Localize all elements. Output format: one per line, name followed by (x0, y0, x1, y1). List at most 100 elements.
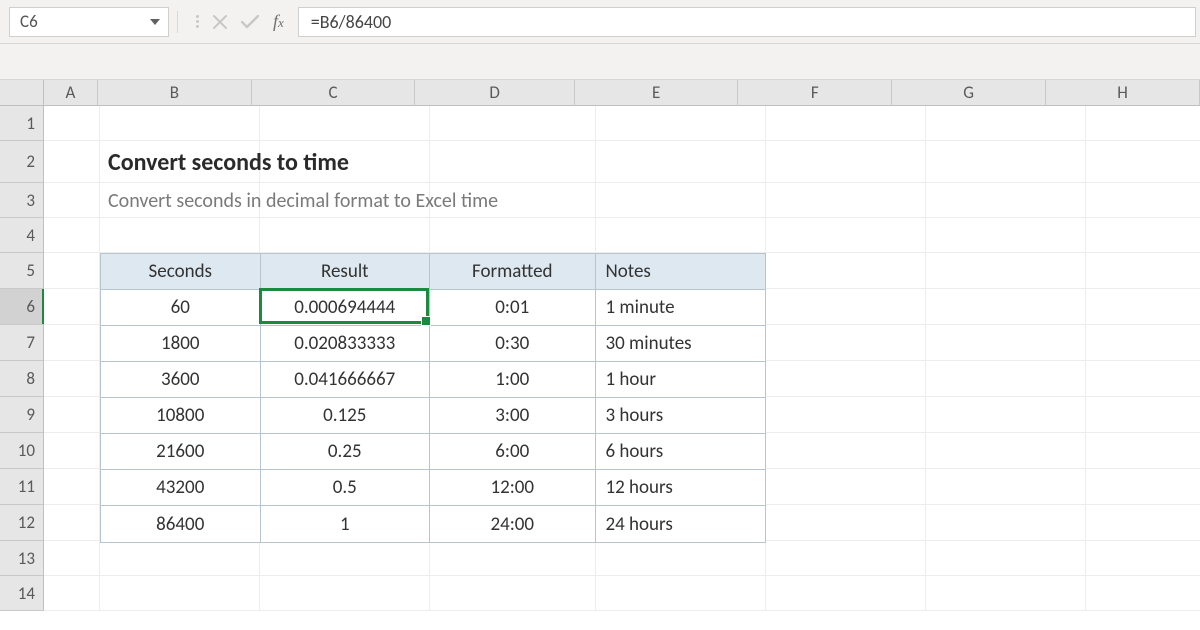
cell-F4[interactable] (766, 218, 926, 253)
table-cell[interactable]: 12:00 (430, 470, 596, 506)
cell-F8[interactable] (766, 361, 926, 397)
table-cell[interactable]: 10800 (101, 398, 261, 434)
row-header-8[interactable]: 8 (0, 361, 44, 397)
table-cell[interactable]: 86400 (101, 506, 261, 542)
name-box[interactable]: C6 (9, 7, 169, 37)
cells-area[interactable]: Convert seconds to timeConvert seconds i… (44, 106, 1200, 630)
cell-H5[interactable] (1086, 253, 1200, 289)
table-cell[interactable]: 30 minutes (596, 326, 765, 362)
cell-H6[interactable] (1086, 289, 1200, 325)
cell-H14[interactable] (1086, 576, 1200, 611)
table-cell[interactable]: 0.125 (261, 398, 430, 434)
cell-C13[interactable] (260, 541, 430, 576)
column-header-A[interactable]: A (44, 80, 98, 106)
table-header[interactable]: Formatted (430, 254, 596, 290)
cell-D13[interactable] (430, 541, 596, 576)
cell-G12[interactable] (926, 505, 1086, 541)
cell-H13[interactable] (1086, 541, 1200, 576)
fx-icon[interactable]: fx (273, 11, 284, 32)
table-cell[interactable]: 1:00 (430, 362, 596, 398)
cell-G8[interactable] (926, 361, 1086, 397)
row-header-14[interactable]: 14 (0, 576, 44, 611)
cell-H11[interactable] (1086, 469, 1200, 505)
cell-B14[interactable] (100, 576, 260, 611)
cell-G6[interactable] (926, 289, 1086, 325)
cell-E1[interactable] (596, 106, 766, 141)
cell-H2[interactable] (1086, 141, 1200, 183)
row-header-9[interactable]: 9 (0, 397, 44, 433)
table-cell[interactable]: 1800 (101, 326, 261, 362)
cell-F13[interactable] (766, 541, 926, 576)
table-cell[interactable]: 43200 (101, 470, 261, 506)
cell-C14[interactable] (260, 576, 430, 611)
cell-F12[interactable] (766, 505, 926, 541)
row-header-4[interactable]: 4 (0, 218, 44, 253)
cell-G10[interactable] (926, 433, 1086, 469)
row-header-5[interactable]: 5 (0, 253, 44, 289)
column-header-F[interactable]: F (738, 80, 892, 106)
row-header-3[interactable]: 3 (0, 183, 44, 218)
table-cell[interactable]: 0.020833333 (261, 326, 430, 362)
cell-A6[interactable] (44, 289, 100, 325)
cell-F11[interactable] (766, 469, 926, 505)
cell-H10[interactable] (1086, 433, 1200, 469)
table-cell[interactable]: 6:00 (430, 434, 596, 470)
cell-A7[interactable] (44, 325, 100, 361)
cell-G9[interactable] (926, 397, 1086, 433)
chevron-down-icon[interactable] (150, 19, 160, 25)
cell-A5[interactable] (44, 253, 100, 289)
table-cell[interactable]: 0:30 (430, 326, 596, 362)
cell-F1[interactable] (766, 106, 926, 141)
table-cell[interactable]: 0.041666667 (261, 362, 430, 398)
row-header-10[interactable]: 10 (0, 433, 44, 469)
cell-F14[interactable] (766, 576, 926, 611)
table-cell[interactable]: 3 hours (596, 398, 765, 434)
select-all-corner[interactable] (0, 80, 44, 106)
table-header[interactable]: Seconds (101, 254, 261, 290)
cell-G3[interactable] (926, 183, 1086, 218)
cell-H1[interactable] (1086, 106, 1200, 141)
column-header-H[interactable]: H (1046, 80, 1200, 106)
cell-F9[interactable] (766, 397, 926, 433)
table-cell[interactable]: 6 hours (596, 434, 765, 470)
row-header-2[interactable]: 2 (0, 141, 44, 183)
table-cell[interactable]: 3600 (101, 362, 261, 398)
cell-H3[interactable] (1086, 183, 1200, 218)
cell-F5[interactable] (766, 253, 926, 289)
row-header-7[interactable]: 7 (0, 325, 44, 361)
table-cell[interactable]: 0.25 (261, 434, 430, 470)
table-header[interactable]: Result (261, 254, 430, 290)
cell-H4[interactable] (1086, 218, 1200, 253)
cell-F7[interactable] (766, 325, 926, 361)
row-header-12[interactable]: 12 (0, 505, 44, 541)
row-header-1[interactable]: 1 (0, 106, 44, 141)
cell-G5[interactable] (926, 253, 1086, 289)
cell-A4[interactable] (44, 218, 100, 253)
table-cell[interactable]: 0.000694444 (261, 290, 430, 326)
table-cell[interactable]: 0:01 (430, 290, 596, 326)
cell-A10[interactable] (44, 433, 100, 469)
cell-G14[interactable] (926, 576, 1086, 611)
cell-H7[interactable] (1086, 325, 1200, 361)
cell-A14[interactable] (44, 576, 100, 611)
table-cell[interactable]: 24 hours (596, 506, 765, 542)
column-header-B[interactable]: B (98, 80, 252, 106)
cell-A11[interactable] (44, 469, 100, 505)
cell-A3[interactable] (44, 183, 100, 218)
cell-G13[interactable] (926, 541, 1086, 576)
cell-G7[interactable] (926, 325, 1086, 361)
cell-D1[interactable] (430, 106, 596, 141)
cell-D4[interactable] (430, 218, 596, 253)
cell-E14[interactable] (596, 576, 766, 611)
cell-E4[interactable] (596, 218, 766, 253)
cell-G4[interactable] (926, 218, 1086, 253)
table-cell[interactable]: 1 minute (596, 290, 765, 326)
table-cell[interactable]: 60 (101, 290, 261, 326)
column-header-C[interactable]: C (252, 80, 415, 106)
table-cell[interactable]: 1 (261, 506, 430, 542)
table-cell[interactable]: 24:00 (430, 506, 596, 542)
table-header[interactable]: Notes (596, 254, 765, 290)
cell-A12[interactable] (44, 505, 100, 541)
cell-G1[interactable] (926, 106, 1086, 141)
cell-H12[interactable] (1086, 505, 1200, 541)
